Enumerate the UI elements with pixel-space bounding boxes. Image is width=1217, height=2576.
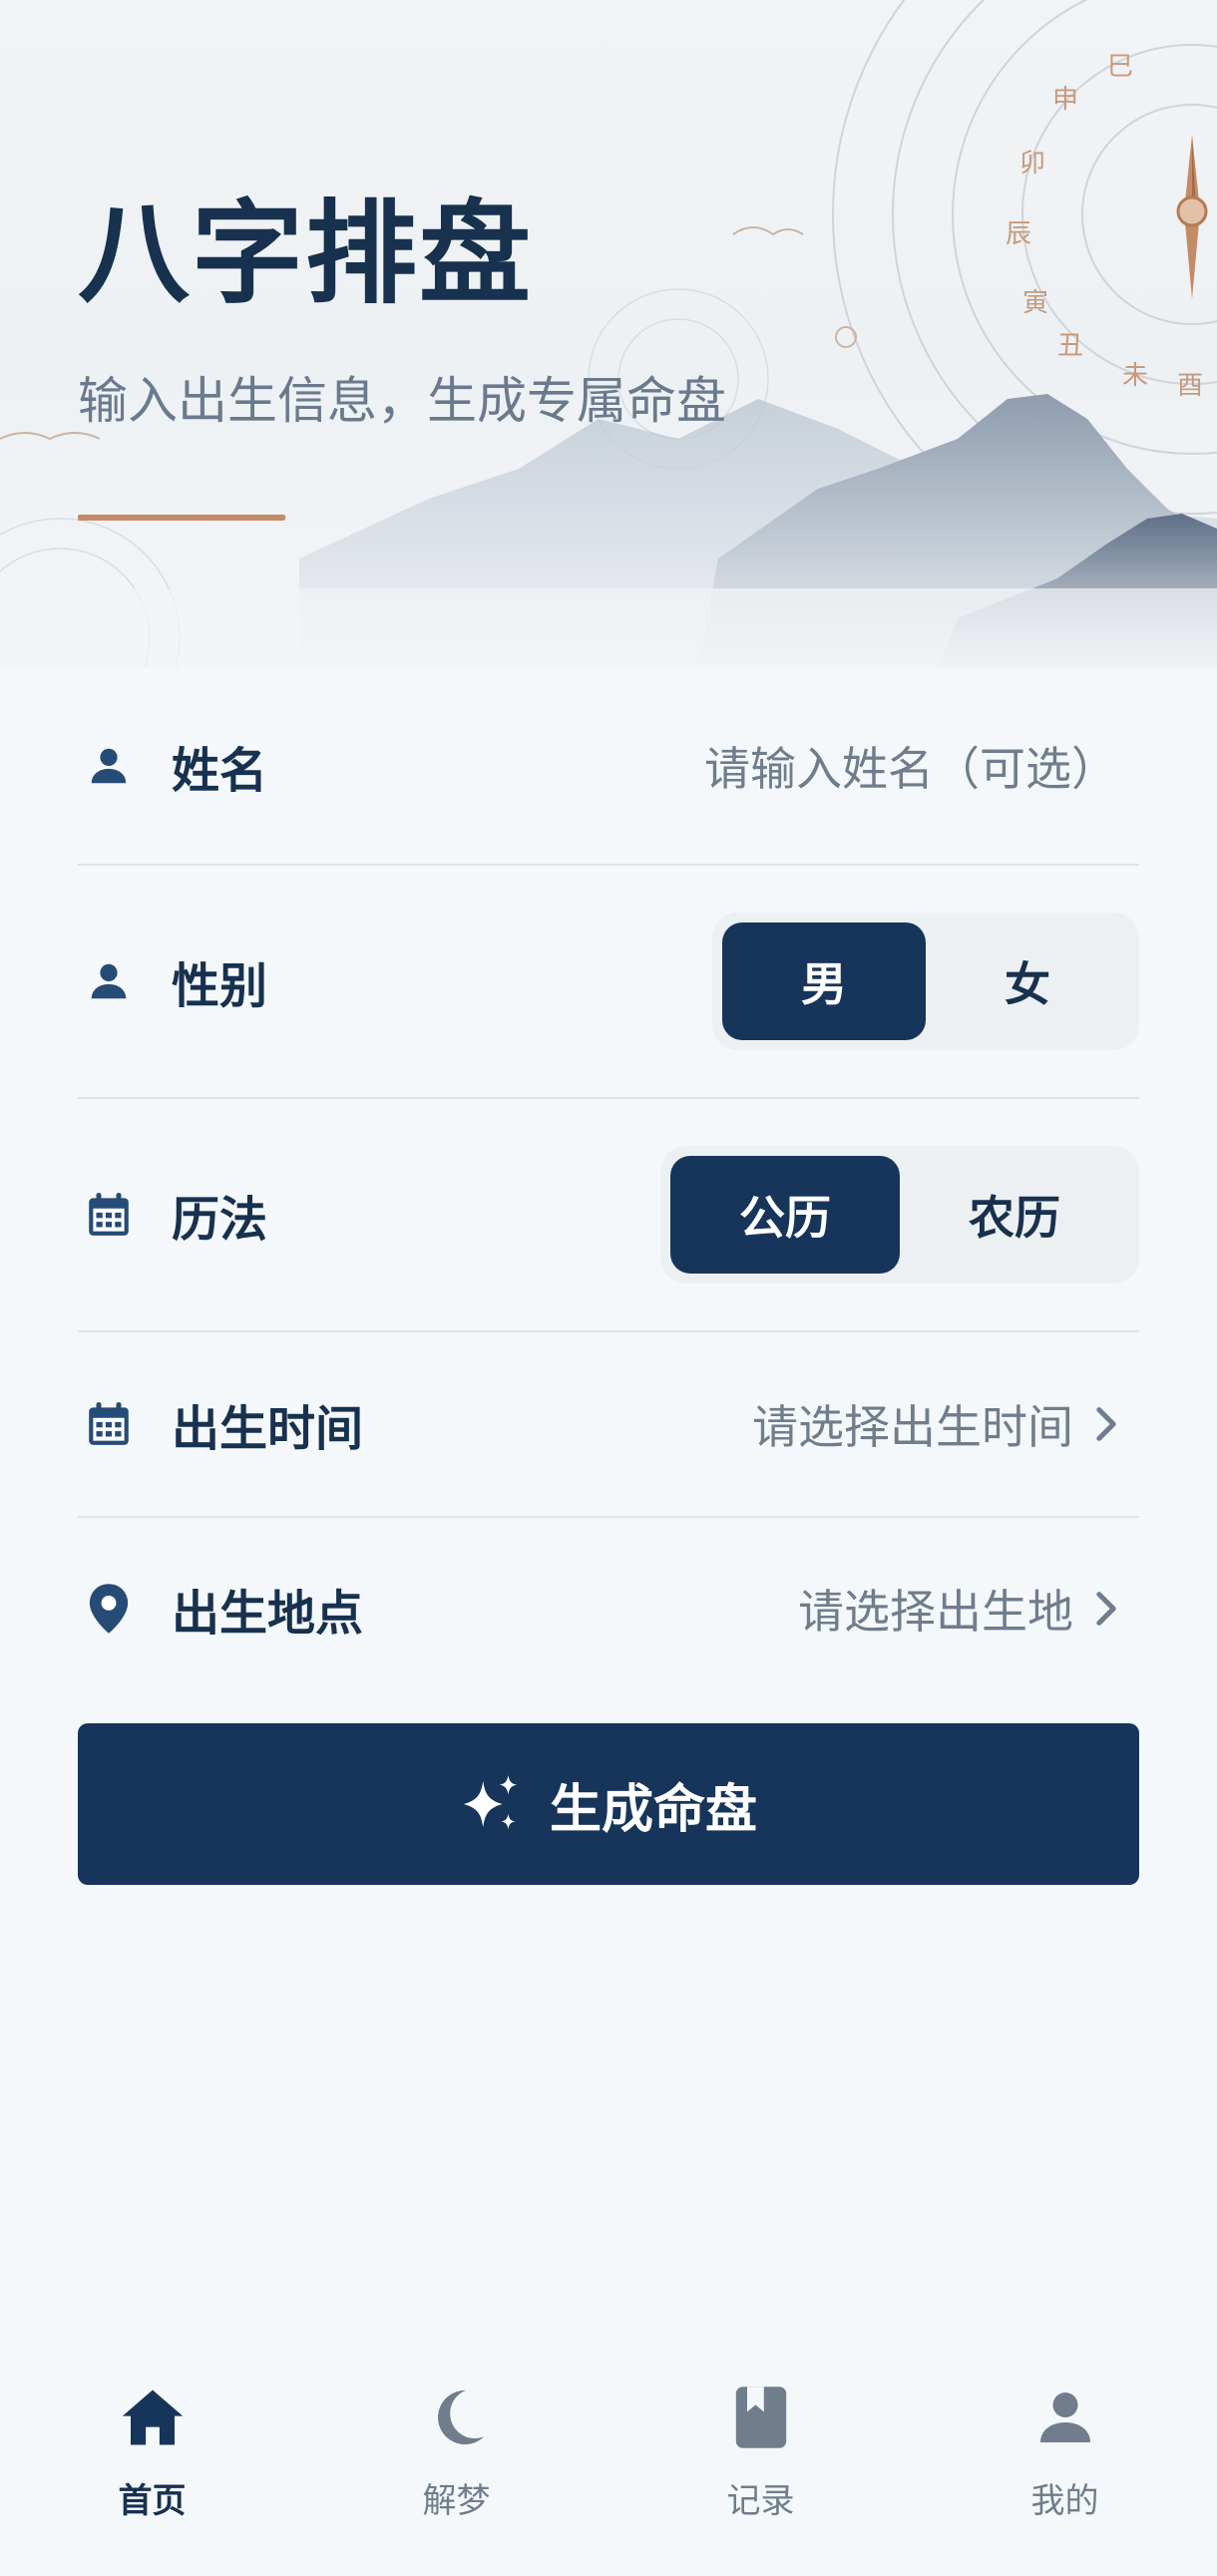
chevron-right-icon [1095, 1406, 1117, 1442]
person-icon [82, 739, 136, 793]
person-icon [82, 954, 136, 1008]
name-row[interactable]: 姓名 请输入姓名（可选） [78, 668, 1139, 866]
bottom-tab-bar: 首页 解梦 记录 我的 [0, 2334, 1217, 2576]
calendar-segmented-control: 公历 农历 [660, 1146, 1139, 1284]
tab-dream[interactable]: 解梦 [304, 2334, 608, 2576]
calendar-label: 历法 [172, 1192, 268, 1248]
calendar-option-solar[interactable]: 公历 [670, 1156, 900, 1274]
hero-banner: 巳 申 卯 辰 寅 丑 未 酉 八字排盘 输入出生信息，生成专属命盘 [0, 0, 1217, 668]
birth-time-row[interactable]: 出生时间 请选择出生时间 [78, 1332, 1139, 1518]
birth-time-label: 出生时间 [172, 1401, 364, 1457]
tab-home-label: 首页 [118, 2481, 187, 2521]
compass-glyph: 申 [1052, 85, 1078, 115]
birth-place-value: 请选择出生地 [798, 1585, 1073, 1639]
birth-place-row[interactable]: 出生地点 请选择出生地 [78, 1518, 1139, 1699]
tab-profile-label: 我的 [1030, 2481, 1099, 2521]
birth-time-value: 请选择出生时间 [752, 1400, 1073, 1454]
page-subtitle: 输入出生信息，生成专属命盘 [78, 372, 726, 430]
tab-dream-label: 解梦 [422, 2481, 491, 2521]
calendar-icon [82, 1188, 136, 1242]
gender-row: 性别 男 女 [78, 866, 1139, 1099]
tab-profile[interactable]: 我的 [913, 2334, 1217, 2576]
chevron-right-icon [1095, 1591, 1117, 1627]
tab-home[interactable]: 首页 [0, 2334, 304, 2576]
compass-glyph: 未 [1122, 361, 1148, 391]
compass-glyph: 辰 [1006, 219, 1031, 249]
tab-records[interactable]: 记录 [608, 2334, 913, 2576]
compass-needle-icon [1176, 135, 1208, 299]
birth-place-label: 出生地点 [172, 1586, 364, 1642]
calendar-option-lunar[interactable]: 农历 [900, 1156, 1129, 1274]
name-label: 姓名 [172, 743, 268, 799]
birth-place-picker[interactable]: 请选择出生地 [798, 1576, 1117, 1642]
compass-glyph: 卯 [1019, 149, 1045, 179]
moon-icon [426, 2380, 488, 2455]
compass-glyph: 寅 [1022, 288, 1048, 318]
name-input[interactable]: 请输入姓名（可选） [704, 733, 1117, 799]
user-icon [1035, 2380, 1095, 2455]
generate-chart-button[interactable]: 生成命盘 [78, 1723, 1139, 1885]
sparkle-icon [460, 1773, 522, 1835]
compass-glyph: 巳 [1107, 52, 1133, 82]
gender-segmented-control: 男 女 [712, 913, 1139, 1050]
tab-records-label: 记录 [726, 2481, 795, 2521]
compass-glyph: 酉 [1177, 371, 1203, 401]
calendar-row: 历法 公历 农历 [78, 1099, 1139, 1332]
title-underline [78, 515, 285, 521]
generate-chart-label: 生成命盘 [549, 1779, 757, 1840]
calendar-icon [82, 1397, 136, 1451]
compass-glyph: 丑 [1057, 331, 1083, 361]
gender-label: 性别 [172, 958, 268, 1014]
birth-time-picker[interactable]: 请选择出生时间 [752, 1391, 1117, 1457]
book-icon [733, 2380, 789, 2455]
gender-option-male[interactable]: 男 [722, 922, 926, 1040]
birth-info-form: 姓名 请输入姓名（可选） 性别 男 女 历法 公历 农历 出生时间 请选择出生时… [78, 668, 1139, 1699]
page-title: 八字排盘 [78, 188, 533, 319]
landscape-illustration: 巳 申 卯 辰 寅 丑 未 酉 [0, 0, 1217, 668]
home-icon [120, 2380, 186, 2455]
location-pin-icon [82, 1582, 136, 1636]
gender-option-female[interactable]: 女 [926, 922, 1129, 1040]
